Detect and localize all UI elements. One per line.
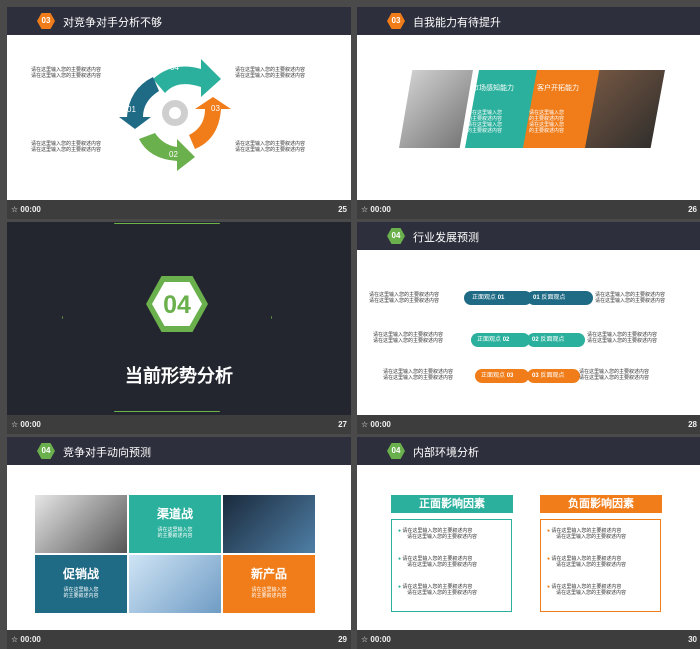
slide-thumbnail-29[interactable]: 04 竞争对手动向预测 渠道战 请在这里输入您 的主要叙述内容 促销战 请在这里输…: [7, 437, 351, 649]
panel-text: 请在这里输入您 的主要叙述内容 请在这里输入您 的主要叙述内容: [467, 110, 503, 134]
tile-title: 渠道战: [156, 507, 193, 521]
arrow-03: [189, 97, 231, 149]
slide-meta-bar: ☆ 00:00 25: [7, 200, 351, 219]
slide-meta-bar: ☆ 00:00 29: [7, 630, 351, 649]
slide-meta-bar: ☆ 00:00 26: [357, 200, 700, 219]
timing-label: ☆ 00:00: [11, 635, 41, 644]
section-number: 04: [163, 291, 191, 319]
text-block: 请在这里输入您的主要叙述内容 请在这里输入您的主要叙述内容: [595, 292, 666, 304]
cycle-label-01: 01: [127, 105, 136, 114]
tile-promotion: 促销战 请在这里输入您 的主要叙述内容: [35, 555, 127, 613]
timing-label: ☆ 00:00: [361, 420, 391, 429]
slide-canvas: 04 当前形势分析: [7, 222, 351, 415]
slide-thumbnail-25[interactable]: 03 对竞争对手分析不够 请在这里输入您的主要叙述内容 请在这里输入您的主要叙述内…: [7, 7, 351, 219]
panel-title: 客户开拓能力: [537, 85, 579, 92]
text-block: 请在这里输入您的主要叙述内容 请在这里输入您的主要叙述内容: [579, 369, 650, 381]
positive-factors-box: ● 请在这里输入您的主要叙述内容 请在这里输入您的主要叙述内容 ● 请在这里输入…: [391, 519, 512, 612]
tile-title: 新产品: [250, 567, 287, 581]
section-badge: 04: [37, 443, 55, 459]
timing-label: ☆ 00:00: [361, 205, 391, 214]
text-block: 请在这里输入您的主要叙述内容 请在这里输入您的主要叙述内容: [373, 332, 444, 344]
cycle-label-03: 03: [211, 104, 220, 113]
timing-label: ☆ 00:00: [11, 205, 41, 214]
slide-canvas: 04 竞争对手动向预测 渠道战 请在这里输入您 的主要叙述内容 促销战 请在这里输…: [7, 437, 351, 630]
text-block: 请在这里输入您的主要叙述内容 请在这里输入您的主要叙述内容: [31, 141, 102, 153]
panel-text: 请在这里输入您 的主要叙述内容 请在这里输入您 的主要叙述内容: [529, 110, 565, 134]
text-block: 请在这里输入您的主要叙述内容 请在这里输入您的主要叙述内容: [369, 292, 440, 304]
slide-title: 自我能力有待提升: [413, 17, 501, 29]
slide-canvas: 03 自我能力有待提升 市场感知能力 请在这里输入您 的主要叙述内容 请在这里输入您…: [357, 7, 700, 200]
slide-canvas: 04 内部环境分析 正面影响因素 ● 请在这里输入您的主要叙述内容 请在这里输入…: [357, 437, 700, 630]
viewpoint-left-2: 正面观点 02: [471, 333, 530, 347]
viewpoint-left-3: 正面观点 03: [475, 369, 529, 383]
slide-title: 对竞争对手分析不够: [63, 17, 162, 29]
slide-header: 03 自我能力有待提升: [357, 7, 700, 35]
slide-title: 内部环境分析: [413, 447, 479, 459]
positive-factors-header: 正面影响因素: [391, 495, 513, 513]
viewpoint-left-1: 正面观点 01: [464, 291, 532, 305]
arrow-01: [119, 77, 159, 129]
slide-header: 04 行业发展预测: [357, 222, 700, 250]
slide-meta-bar: ☆ 00:00 27: [7, 415, 351, 434]
cycle-label-04: 04: [170, 63, 179, 72]
slide-thumbnail-28[interactable]: 04 行业发展预测 请在这里输入您的主要叙述内容 请在这里输入您的主要叙述内容 正…: [357, 222, 700, 434]
slide-number: 28: [688, 420, 697, 429]
slide-thumbnail-26[interactable]: 03 自我能力有待提升 市场感知能力 请在这里输入您 的主要叙述内容 请在这里输入您…: [357, 7, 700, 219]
slide-meta-bar: ☆ 00:00 28: [357, 415, 700, 434]
slide-thumbnail-30[interactable]: 04 内部环境分析 正面影响因素 ● 请在这里输入您的主要叙述内容 请在这里输入…: [357, 437, 700, 649]
text-block: 请在这里输入您的主要叙述内容 请在这里输入您的主要叙述内容: [383, 369, 454, 381]
slide-title: 竞争对手动向预测: [63, 447, 151, 459]
slide-title: 行业发展预测: [413, 232, 479, 244]
photo-touch: [129, 555, 221, 613]
section-title: 当前形势分析: [125, 366, 233, 386]
slide-number: 26: [688, 205, 697, 214]
slide-header: 03 对竞争对手分析不够: [7, 7, 351, 35]
text-block: 请在这里输入您的主要叙述内容 请在这里输入您的主要叙述内容: [235, 67, 306, 79]
slide-canvas: 03 对竞争对手分析不够 请在这里输入您的主要叙述内容 请在这里输入您的主要叙述内…: [7, 7, 351, 200]
viewpoint-right-3: 03 反面观点: [527, 369, 580, 383]
slide-number: 29: [338, 635, 347, 644]
viewpoint-right-1: 01 反面观点: [527, 291, 593, 305]
slide-number: 25: [338, 205, 347, 214]
timing-label: ☆ 00:00: [11, 420, 41, 429]
text-block: 请在这里输入您的主要叙述内容 请在这里输入您的主要叙述内容: [235, 141, 306, 153]
section-badge: 03: [387, 13, 405, 29]
negative-factors-box: ● 请在这里输入您的主要叙述内容 请在这里输入您的主要叙述内容 ● 请在这里输入…: [540, 519, 661, 612]
slide-header: 04 竞争对手动向预测: [7, 437, 351, 465]
slide-thumbnail-27[interactable]: 04 当前形势分析 ☆ 00:00 27: [7, 222, 351, 434]
photo-network: [223, 495, 315, 553]
slide-number: 30: [688, 635, 697, 644]
slide-number: 27: [338, 420, 347, 429]
section-badge: 03: [37, 13, 55, 29]
slide-canvas: 04 行业发展预测 请在这里输入您的主要叙述内容 请在这里输入您的主要叙述内容 正…: [357, 222, 700, 415]
text-block: 请在这里输入您的主要叙述内容 请在这里输入您的主要叙述内容: [31, 67, 102, 79]
section-badge: 04: [387, 443, 405, 459]
arrow-02: [139, 133, 195, 171]
slide-meta-bar: ☆ 00:00 30: [357, 630, 700, 649]
negative-factors-header: 负面影响因素: [540, 495, 662, 513]
cycle-label-02: 02: [169, 150, 178, 159]
tile-newproduct: 新产品 请在这里输入您 的主要叙述内容: [223, 555, 315, 613]
timing-label: ☆ 00:00: [361, 635, 391, 644]
arrow-04: [153, 59, 221, 97]
section-badge: 04: [387, 228, 405, 244]
slide-header: 04 内部环境分析: [357, 437, 700, 465]
tile-channel: 渠道战 请在这里输入您 的主要叙述内容: [129, 495, 221, 553]
panel-title: 市场感知能力: [472, 85, 514, 92]
text-block: 请在这里输入您的主要叙述内容 请在这里输入您的主要叙述内容: [587, 332, 658, 344]
photo-laptop: [399, 70, 473, 148]
photo-meeting: [35, 495, 127, 553]
viewpoint-right-2: 02 反面观点: [527, 333, 585, 347]
tile-title: 促销战: [62, 567, 99, 581]
